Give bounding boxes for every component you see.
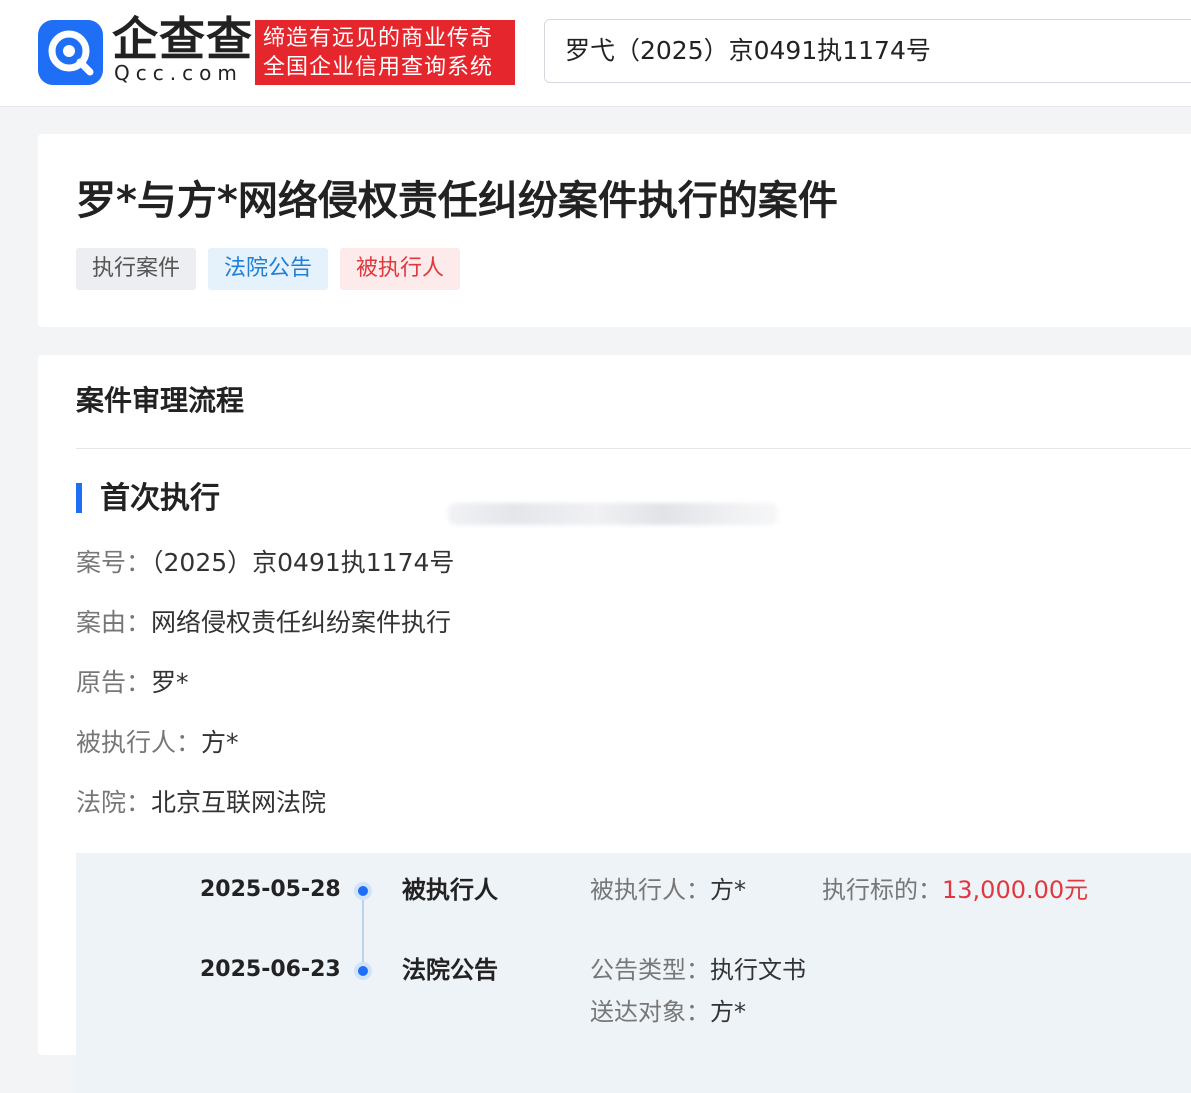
field-value: 网络侵权责任纠纷案件执行 [151,608,452,637]
timeline-detail: 送达对象：方* [590,995,746,1029]
slogan-line-2: 全国企业信用查询系统 [263,55,494,80]
field-court: 法院：北京互联网法院 [76,785,326,821]
field-value: 方* [201,728,239,757]
slogan-banner: 缔造有远见的商业传奇 全国企业信用查询系统 [255,20,515,85]
case-header-card: 罗*与方*网络侵权责任纠纷案件执行的案件 执行案件 法院公告 被执行人 [38,134,1191,327]
phase-title: 首次执行 [100,481,220,516]
case-process-card: 案件审理流程 首次执行 案号：（2025）京0491执1174号 案由：网络侵权… [38,355,1191,1093]
case-title: 罗*与方*网络侵权责任纠纷案件执行的案件 [76,178,838,224]
timeline-detail: 被执行人：方* [590,873,746,907]
blurred-watermark [448,503,778,525]
timeline-date: 2025-06-23 [200,957,341,982]
field-judgment-debtor: 被执行人：方* [76,725,239,761]
timeline-dot-icon [354,882,372,900]
detail-value: 执行文书 [710,956,806,984]
field-value[interactable]: 北京互联网法院 [151,788,326,817]
brand-domain: Qcc.com [114,61,243,85]
timeline-event-type: 被执行人 [402,876,498,904]
detail-label: 送达对象： [590,998,710,1026]
timeline-connector [362,891,364,971]
tag-judgment-debtor[interactable]: 被执行人 [340,248,461,290]
top-header: 企查查 Qcc.com 缔造有远见的商业传奇 全国企业信用查询系统 罗弋（202… [0,0,1191,107]
field-case-cause: 案由：网络侵权责任纠纷案件执行 [76,605,451,641]
case-timeline: 2025-05-28 被执行人 被执行人：方* 执行标的：13,000.00元 … [76,853,1191,1093]
field-label: 法院： [76,788,152,817]
section-title: 案件审理流程 [76,384,245,417]
detail-label: 执行标的： [822,876,942,904]
field-label: 被执行人： [76,728,202,757]
detail-value: 方* [710,998,746,1026]
field-case-number: 案号：（2025）京0491执1174号 [76,545,454,581]
timeline-event-type: 法院公告 [402,956,498,984]
qcc-logo-icon[interactable] [38,20,103,85]
phase-accent-bar [76,483,82,513]
detail-value: 方* [710,876,746,904]
timeline-detail: 执行标的：13,000.00元 [822,873,1088,907]
field-label: 案号： [76,548,152,577]
field-value: （2025）京0491执1174号 [151,548,455,577]
divider [76,448,1191,449]
field-value: 罗* [151,668,189,697]
brand-name[interactable]: 企查查 [112,14,253,64]
detail-label: 公告类型： [590,956,710,984]
tag-court-notice[interactable]: 法院公告 [208,248,329,290]
detail-label: 被执行人： [590,876,710,904]
field-label: 案由： [76,608,152,637]
execution-amount: 13,000.00元 [942,876,1089,904]
timeline-dot-icon [354,962,372,980]
tag-execution-case[interactable]: 执行案件 [76,248,197,290]
field-label: 原告： [76,668,152,697]
search-input[interactable]: 罗弋（2025）京0491执1174号 [544,19,1191,83]
slogan-line-1: 缔造有远见的商业传奇 [263,26,494,51]
timeline-detail: 公告类型：执行文书 [590,953,806,987]
timeline-date: 2025-05-28 [200,877,341,902]
field-plaintiff: 原告：罗* [76,665,189,701]
